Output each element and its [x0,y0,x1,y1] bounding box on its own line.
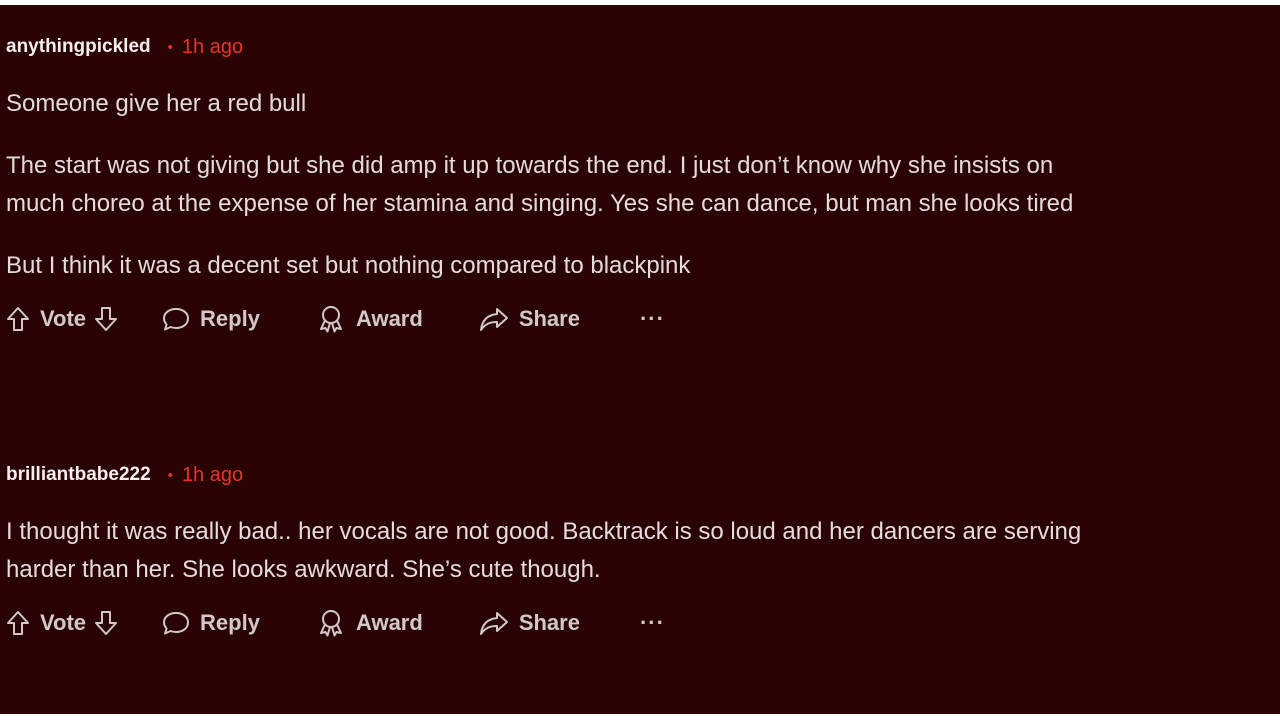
comment-author[interactable]: brilliantbabe222 [6,464,151,486]
share-button[interactable]: Share [479,610,580,636]
reply-button[interactable]: Reply [162,610,260,636]
comment-author[interactable]: anythingpickled [6,36,151,58]
upvote-icon[interactable] [6,610,30,636]
share-label: Share [518,306,580,331]
comment-paragraph: But I think it was a decent set but noth… [6,252,691,279]
award-label: Award [355,306,423,331]
vote-label: Vote [40,610,87,635]
comment: brilliantbabe222 • 1h ago I thought it w… [6,463,1280,641]
reply-bubble-icon [162,610,190,636]
comment-meta: anythingpickled • 1h ago [6,35,1280,59]
comment-thread: anythingpickled • 1h ago Someone give he… [0,5,1280,714]
award-icon [316,305,346,333]
meta-separator: • [167,466,173,484]
comment-paragraph: I thought it was really bad.. her vocals… [6,518,1082,545]
award-label: Award [355,610,423,635]
vote-control: Vote [6,306,118,332]
comment-paragraph: harder than her. She looks awkward. She’… [6,556,601,583]
comment-timestamp[interactable]: 1h ago [182,464,243,487]
comment-actions: Vote Reply Award Share ··· [6,301,1280,337]
vote-control: Vote [6,610,118,636]
share-button[interactable]: Share [479,306,580,332]
share-icon [479,306,509,332]
comment-actions: Vote Reply Award Share ··· [6,605,1280,641]
upvote-icon[interactable] [6,306,30,332]
reply-button[interactable]: Reply [162,306,260,332]
award-icon [316,609,346,637]
comment-timestamp[interactable]: 1h ago [182,36,243,59]
comment: anythingpickled • 1h ago Someone give he… [6,35,1280,337]
comment-paragraph: much choreo at the expense of her stamin… [6,190,1074,217]
vote-label: Vote [40,306,87,331]
meta-separator: • [167,38,173,56]
reply-label: Reply [200,610,260,635]
award-button[interactable]: Award [316,609,423,637]
comment-paragraph: The start was not giving but she did amp… [6,152,1054,179]
more-icon[interactable]: ··· [640,306,665,332]
share-icon [479,610,509,636]
reply-bubble-icon [162,306,190,332]
comment-paragraph: Someone give her a red bull [6,90,307,117]
comment-meta: brilliantbabe222 • 1h ago [6,463,1280,487]
award-button[interactable]: Award [316,305,423,333]
share-label: Share [518,610,580,635]
downvote-icon[interactable] [94,306,118,332]
reply-label: Reply [200,306,260,331]
more-icon[interactable]: ··· [640,610,665,636]
downvote-icon[interactable] [94,610,118,636]
